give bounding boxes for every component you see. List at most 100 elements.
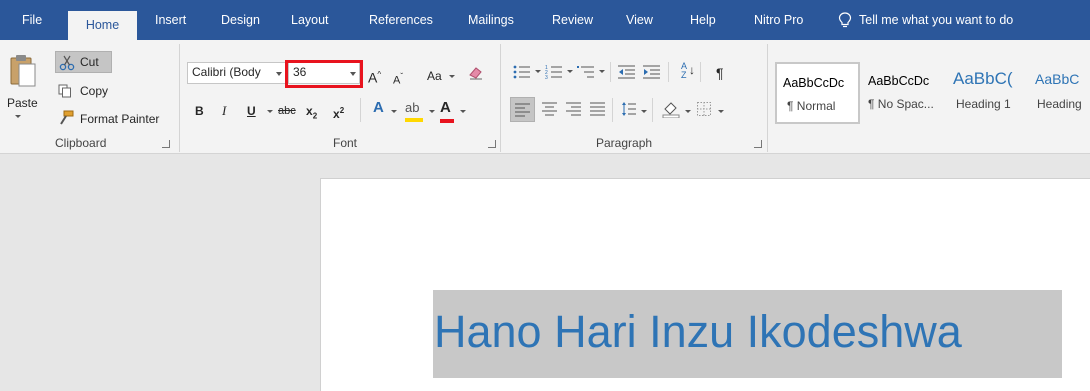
tab-references[interactable]: References bbox=[369, 10, 433, 40]
multilevel-dropdown-arrow[interactable] bbox=[599, 70, 605, 73]
bullets-dropdown-arrow[interactable] bbox=[535, 70, 541, 73]
align-center-icon[interactable] bbox=[542, 102, 558, 116]
show-formatting-button[interactable]: ¶ bbox=[716, 65, 724, 81]
bullets-icon[interactable] bbox=[513, 64, 531, 80]
style-heading-2-name: Heading bbox=[1037, 97, 1082, 111]
font-color-dropdown-arrow[interactable] bbox=[460, 110, 466, 113]
group-divider bbox=[767, 44, 768, 152]
italic-button[interactable]: I bbox=[222, 103, 226, 119]
paragraph-divider bbox=[612, 98, 613, 122]
font-color-button[interactable]: A bbox=[440, 100, 454, 123]
paste-label: Paste bbox=[7, 96, 38, 110]
cut-label: Cut bbox=[80, 55, 99, 69]
style-normal[interactable]: AaBbCcDc ¶ Normal bbox=[775, 62, 860, 124]
tab-design[interactable]: Design bbox=[221, 10, 260, 40]
multilevel-list-icon[interactable] bbox=[577, 64, 595, 80]
style-no-spacing[interactable]: AaBbCcDc ¶ No Spac... bbox=[862, 62, 945, 124]
style-heading-2[interactable]: AaBbC Heading bbox=[1030, 62, 1090, 124]
paragraph-divider bbox=[700, 62, 701, 82]
align-left-icon bbox=[515, 103, 530, 117]
tab-help[interactable]: Help bbox=[690, 10, 716, 40]
numbering-dropdown-arrow[interactable] bbox=[567, 70, 573, 73]
tab-nitro-pro[interactable]: Nitro Pro bbox=[754, 10, 803, 40]
tab-file[interactable]: File bbox=[22, 10, 42, 40]
style-heading-2-preview: AaBbC bbox=[1035, 71, 1080, 87]
tab-mailings[interactable]: Mailings bbox=[468, 10, 514, 40]
tab-insert[interactable]: Insert bbox=[155, 10, 186, 40]
paragraph-divider bbox=[668, 62, 669, 82]
highlight-color-swatch bbox=[405, 118, 423, 122]
group-divider bbox=[500, 44, 501, 152]
numbering-icon[interactable]: 1 2 3 bbox=[545, 64, 563, 80]
tab-layout[interactable]: Layout bbox=[291, 10, 329, 40]
style-heading-1[interactable]: AaBbC( Heading 1 bbox=[948, 62, 1028, 124]
grow-font-button[interactable]: A^ bbox=[368, 67, 381, 86]
group-divider bbox=[179, 44, 180, 152]
ribbon-tab-bar: File Home Insert Design Layout Reference… bbox=[0, 0, 1090, 40]
underline-dropdown-arrow[interactable] bbox=[267, 110, 273, 113]
strikethrough-button[interactable]: abc bbox=[278, 103, 296, 119]
clipboard-dialog-launcher[interactable] bbox=[162, 140, 170, 148]
style-no-spacing-preview: AaBbCcDc bbox=[868, 74, 930, 88]
underline-button[interactable]: U bbox=[247, 103, 256, 119]
subscript-label: x bbox=[306, 104, 313, 118]
font-group-label: Font bbox=[333, 136, 358, 150]
font-name-value: Calibri (Body bbox=[192, 65, 261, 79]
clipboard-paste-icon bbox=[10, 55, 36, 87]
tell-me-label: Tell me what you want to do bbox=[859, 13, 1014, 27]
paste-dropdown-arrow bbox=[15, 115, 21, 118]
justify-icon[interactable] bbox=[590, 102, 606, 116]
borders-icon[interactable] bbox=[697, 102, 711, 116]
increase-indent-icon[interactable] bbox=[643, 64, 661, 80]
copy-label: Copy bbox=[80, 84, 109, 98]
shrink-font-button[interactable]: Aˇ bbox=[393, 69, 403, 89]
align-left-button[interactable] bbox=[510, 97, 535, 122]
document-canvas: Hano Hari Inzu Ikodeshwa bbox=[0, 155, 1090, 391]
text-effects-button[interactable]: A bbox=[373, 100, 384, 116]
superscript-button[interactable]: x2 bbox=[333, 103, 344, 122]
clear-formatting-icon[interactable] bbox=[468, 65, 484, 81]
scissors-icon bbox=[59, 55, 75, 71]
style-normal-preview: AaBbCcDc bbox=[783, 76, 845, 90]
bold-button[interactable]: B bbox=[195, 103, 204, 119]
change-case-label: Aa bbox=[427, 69, 442, 83]
superscript-label: x bbox=[333, 107, 340, 121]
copy-icon bbox=[58, 84, 71, 98]
font-color-swatch bbox=[440, 119, 454, 123]
ribbon-home: Paste Cut Copy Format Painter Clipboard … bbox=[0, 40, 1090, 154]
style-heading-1-name: Heading 1 bbox=[956, 97, 1011, 111]
tab-home[interactable]: Home bbox=[68, 11, 137, 40]
change-case-dropdown-arrow bbox=[449, 75, 455, 78]
clipboard-group-label: Clipboard bbox=[55, 136, 107, 150]
borders-dropdown-arrow[interactable] bbox=[718, 110, 724, 113]
tab-view[interactable]: View bbox=[626, 10, 653, 40]
text-effects-dropdown-arrow[interactable] bbox=[391, 110, 397, 113]
change-case-button[interactable]: Aa bbox=[427, 68, 455, 84]
font-size-highlight-box bbox=[285, 60, 363, 88]
paragraph-group-label: Paragraph bbox=[596, 136, 653, 150]
paragraph-dialog-launcher[interactable] bbox=[754, 140, 762, 148]
decrease-indent-icon[interactable] bbox=[618, 64, 636, 80]
highlight-dropdown-arrow[interactable] bbox=[429, 110, 435, 113]
text-selection[interactable]: Hano Hari Inzu Ikodeshwa bbox=[433, 290, 1062, 378]
paragraph-divider bbox=[652, 98, 653, 122]
style-heading-1-preview: AaBbC( bbox=[953, 69, 1013, 88]
cut-button[interactable]: Cut bbox=[55, 51, 112, 73]
svg-text:3: 3 bbox=[545, 75, 548, 80]
align-right-icon[interactable] bbox=[566, 102, 582, 116]
style-normal-name: ¶ Normal bbox=[787, 99, 836, 113]
paragraph-divider bbox=[610, 62, 611, 82]
shading-dropdown-arrow[interactable] bbox=[685, 110, 691, 113]
shading-icon[interactable] bbox=[662, 100, 680, 118]
font-name-dropdown-arrow bbox=[276, 72, 282, 76]
font-dialog-launcher[interactable] bbox=[488, 140, 496, 148]
subscript-button[interactable]: x2 bbox=[306, 103, 317, 124]
format-painter-label: Format Painter bbox=[80, 112, 160, 126]
style-no-spacing-name: ¶ No Spac... bbox=[868, 97, 934, 111]
document-page[interactable]: Hano Hari Inzu Ikodeshwa bbox=[320, 178, 1090, 391]
tab-review[interactable]: Review bbox=[552, 10, 593, 40]
line-spacing-dropdown-arrow[interactable] bbox=[641, 110, 647, 113]
line-spacing-icon[interactable] bbox=[621, 101, 637, 117]
font-name-combo[interactable]: Calibri (Body bbox=[187, 62, 286, 84]
font-divider bbox=[360, 98, 361, 122]
